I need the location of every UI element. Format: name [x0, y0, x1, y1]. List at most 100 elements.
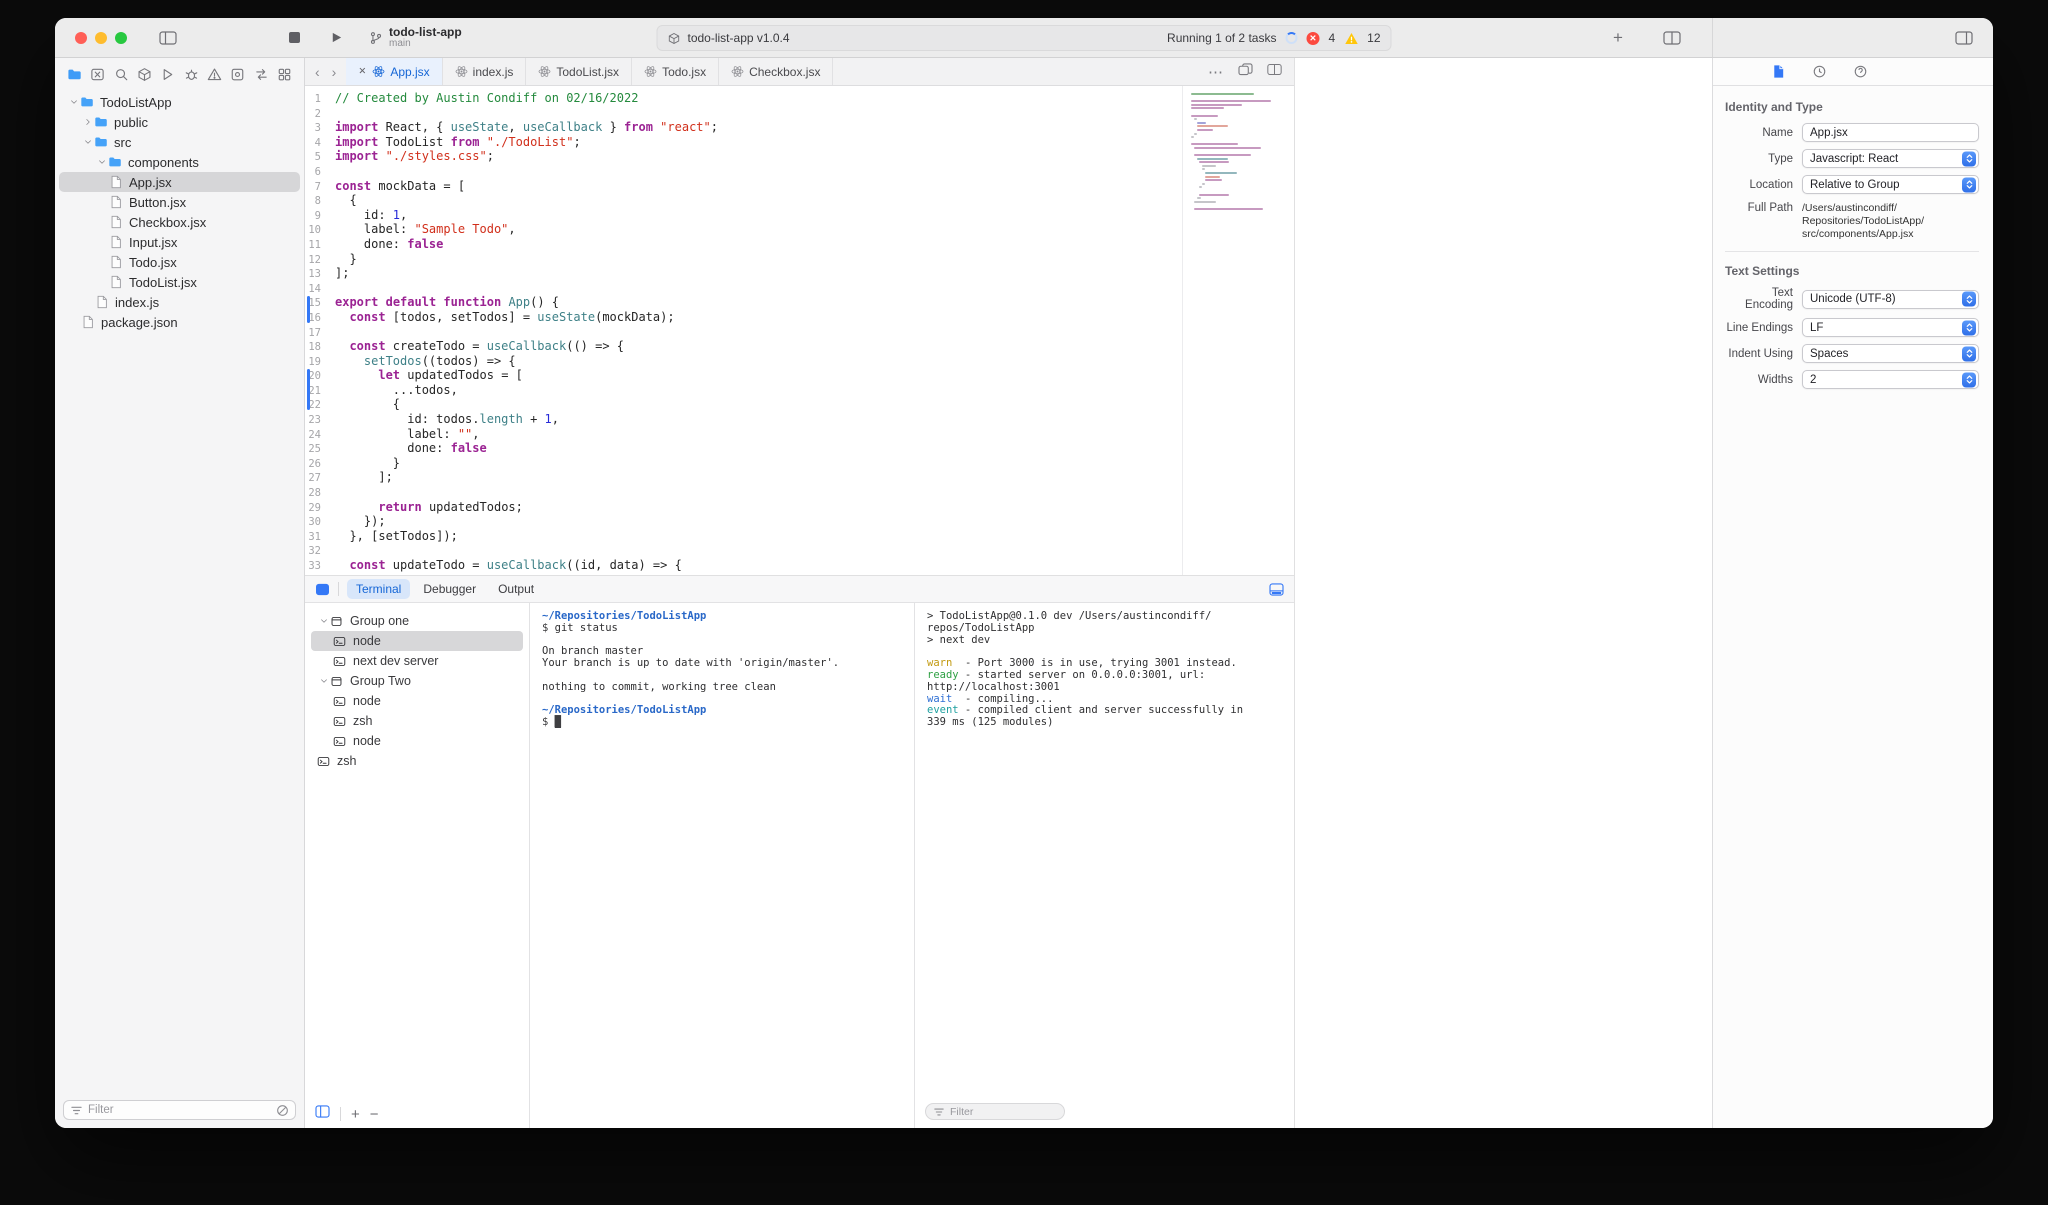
run-button[interactable]	[330, 31, 343, 44]
drawer-sidebar-toggle-icon[interactable]	[315, 583, 330, 596]
chevron-down-icon[interactable]	[67, 97, 80, 107]
terminal-output-right[interactable]: > TodoListApp@0.1.0 dev /Users/austincon…	[915, 603, 1294, 1097]
sessions-panel-toggle-icon[interactable]	[315, 1105, 330, 1123]
terminal-session-node[interactable]: node	[311, 691, 523, 711]
close-tab-icon[interactable]: ✕	[358, 66, 366, 77]
toggle-inspector-icon[interactable]	[1955, 18, 1973, 57]
navigate-forward-icon[interactable]: ›	[332, 64, 337, 80]
history-inspector-icon[interactable]	[1812, 64, 1827, 79]
sidebar-item-package.json[interactable]: package.json	[59, 312, 300, 332]
drawer-body: Group one node next dev server Group Two nod…	[305, 603, 1294, 1128]
tab-checkbox.jsx[interactable]: Checkbox.jsx	[719, 58, 834, 85]
filter-options-icon[interactable]	[276, 1104, 289, 1117]
dropdown-arrows-icon[interactable]	[1962, 291, 1976, 307]
project-navigator-icon[interactable]	[67, 67, 82, 82]
terminal-session-node[interactable]: node	[311, 731, 523, 751]
toolbar: todo-list-app main todo-list-app v1.0.4 …	[55, 18, 1993, 58]
chevron-down-icon[interactable]	[95, 157, 108, 167]
add-terminal-button[interactable]: +	[351, 1107, 360, 1122]
terminal-session-group-one[interactable]: Group one	[311, 611, 523, 631]
run-navigator-icon[interactable]	[160, 67, 175, 82]
name-field[interactable]: App.jsx	[1802, 123, 1979, 142]
version-control-navigator-icon[interactable]	[90, 67, 105, 82]
react-icon	[644, 65, 657, 78]
minimap[interactable]	[1182, 86, 1294, 575]
line-endings-select[interactable]: LF	[1802, 318, 1979, 337]
split-editor-icon[interactable]	[1267, 63, 1282, 81]
sidebar-item-checkbox.jsx[interactable]: Checkbox.jsx	[59, 212, 300, 232]
add-button[interactable]: +	[1613, 18, 1623, 57]
dropdown-arrows-icon[interactable]	[1962, 177, 1976, 192]
terminal-session-node[interactable]: node	[311, 631, 523, 651]
terminal-session-zsh[interactable]: zsh	[311, 711, 523, 731]
layout-navigator-icon[interactable]	[277, 67, 292, 82]
code-line: 12 }	[305, 252, 1182, 267]
terminal-line: $ git status	[542, 621, 618, 634]
sidebar-item-src[interactable]: src	[59, 132, 300, 152]
type-select[interactable]: Javascript: React	[1802, 149, 1979, 168]
package-navigator-icon[interactable]	[137, 67, 152, 82]
stepper-arrows-icon[interactable]	[1962, 372, 1976, 387]
zoom-window-button[interactable]	[115, 31, 127, 44]
text-encoding-select[interactable]: Unicode (UTF-8)	[1802, 289, 1979, 309]
issue-navigator-icon[interactable]	[207, 67, 222, 82]
location-select[interactable]: Relative to Group	[1802, 175, 1979, 194]
debug-navigator-icon[interactable]	[184, 67, 199, 82]
terminal-output-left[interactable]: ~/Repositories/TodoListApp $ git status O…	[530, 603, 915, 1128]
tab-todolist.jsx[interactable]: TodoList.jsx	[526, 58, 633, 85]
sidebar-item-input.jsx[interactable]: Input.jsx	[59, 232, 300, 252]
tab-todo.jsx[interactable]: Todo.jsx	[632, 58, 720, 85]
code-editor[interactable]: 1// Created by Austin Condiff on 02/16/2…	[305, 86, 1182, 575]
tab-index.js[interactable]: index.js	[443, 58, 527, 85]
sidebar-item-button.jsx[interactable]: Button.jsx	[59, 192, 300, 212]
sidebar-item-index.js[interactable]: index.js	[59, 292, 300, 312]
extension-navigator-icon[interactable]	[254, 67, 269, 82]
widths-stepper[interactable]: 2	[1802, 370, 1979, 389]
chevron-down-icon[interactable]	[317, 616, 330, 626]
drawer-tab-debugger[interactable]: Debugger	[414, 579, 485, 599]
terminal-session-group-two[interactable]: Group Two	[311, 671, 523, 691]
dropdown-arrows-icon[interactable]	[1962, 151, 1976, 166]
remove-terminal-button[interactable]: −	[370, 1107, 379, 1122]
compare-files-icon[interactable]	[1238, 62, 1253, 81]
empty-editor-pane[interactable]	[1295, 58, 1712, 1128]
session-label: node	[353, 734, 381, 748]
terminal-filter-field[interactable]: Filter	[925, 1103, 1065, 1120]
chevron-down-icon[interactable]	[317, 676, 330, 686]
tab-app.jsx[interactable]: ✕ App.jsx	[346, 58, 443, 85]
collapse-drawer-icon[interactable]	[1269, 582, 1284, 596]
terminal-icon	[333, 695, 352, 708]
dropdown-arrows-icon[interactable]	[1962, 320, 1976, 335]
chevron-right-icon[interactable]	[81, 117, 94, 127]
drawer-tab-output[interactable]: Output	[489, 579, 543, 599]
terminal-session-zsh[interactable]: zsh	[311, 751, 523, 771]
terminal-session-next-dev-server[interactable]: next dev server	[311, 651, 523, 671]
sidebar-item-public[interactable]: public	[59, 112, 300, 132]
more-options-icon[interactable]: ⋯	[1208, 63, 1224, 81]
minimize-window-button[interactable]	[95, 31, 107, 44]
sidebar-item-todolistapp[interactable]: TodoListApp	[59, 92, 300, 112]
sidebar-item-app.jsx[interactable]: App.jsx	[59, 172, 300, 192]
find-navigator-icon[interactable]	[114, 67, 129, 82]
line-number: 25	[308, 443, 321, 456]
dropdown-arrows-icon[interactable]	[1962, 346, 1976, 361]
file-inspector-icon[interactable]	[1771, 64, 1786, 79]
sidebar-filter-field[interactable]: Filter	[63, 1100, 296, 1120]
sidebar-item-todolist.jsx[interactable]: TodoList.jsx	[59, 272, 300, 292]
editor-area: 1// Created by Austin Condiff on 02/16/2…	[305, 86, 1294, 576]
sidebar-item-components[interactable]: components	[59, 152, 300, 172]
drawer-tab-terminal[interactable]: Terminal	[347, 579, 411, 599]
toggle-sidebar-icon[interactable]	[159, 30, 177, 45]
chevron-down-icon[interactable]	[81, 137, 94, 147]
indent-using-select[interactable]: Spaces	[1802, 344, 1979, 363]
project-branch-block[interactable]: todo-list-app main	[369, 26, 462, 49]
help-inspector-icon[interactable]	[1853, 64, 1868, 79]
navigate-back-icon[interactable]: ‹	[315, 64, 320, 80]
sidebar-item-todo.jsx[interactable]: Todo.jsx	[59, 252, 300, 272]
session-label: Group Two	[350, 674, 411, 688]
close-window-button[interactable]	[75, 31, 87, 44]
test-navigator-icon[interactable]	[230, 67, 245, 82]
activity-status-pill[interactable]: todo-list-app v1.0.4 Running 1 of 2 task…	[656, 25, 1392, 51]
editor-layout-icon[interactable]	[1663, 18, 1681, 57]
stop-button[interactable]	[289, 32, 300, 43]
